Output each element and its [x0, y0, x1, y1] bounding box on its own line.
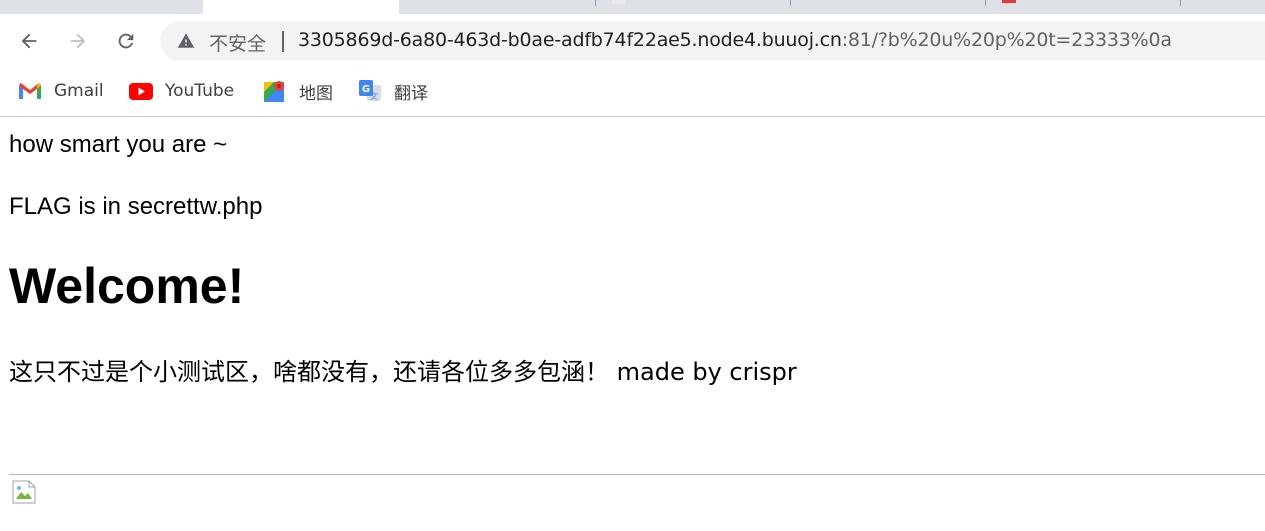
browser-toolbar: 不安全 3305869d-6a80-463d-b0ae-adfb74f22ae5… [0, 14, 1265, 69]
bookmark-gmail[interactable]: Gmail [18, 79, 104, 103]
svg-text:G: G [362, 84, 370, 95]
maps-icon [263, 79, 287, 103]
bookmarks-bar: Gmail YouTube 地图 G 文 翻译 [0, 69, 1265, 117]
tab-inactive[interactable] [0, 0, 190, 14]
broken-image-icon [11, 479, 37, 505]
back-button[interactable] [14, 26, 44, 56]
forward-arrow-icon [70, 33, 86, 49]
bookmark-label: Gmail [54, 81, 104, 101]
svg-text:文: 文 [370, 91, 378, 101]
tab-separator [595, 0, 596, 6]
bookmark-label: YouTube [165, 81, 235, 101]
page-content: how smart you are ~ FLAG is in secrettw.… [0, 117, 1265, 531]
url-host: 3305869d-6a80-463d-b0ae-adfb74f22ae5.nod… [298, 29, 842, 51]
tab-favicon [1002, 0, 1016, 3]
bookmark-label: 地图 [299, 83, 333, 104]
tab-favicon [612, 0, 626, 4]
image-frame-border [9, 474, 1265, 475]
page-heading: Welcome! [9, 258, 245, 314]
security-label[interactable]: 不安全 [209, 29, 266, 56]
bookmark-label: 翻译 [394, 83, 428, 104]
tab-active[interactable] [203, 0, 399, 14]
tab-separator [1180, 0, 1181, 6]
url-path-query: :81/?b%20u%20p%20t=23333%0a [841, 29, 1172, 51]
tab-separator [790, 0, 791, 6]
tab-strip [0, 0, 1265, 14]
address-bar[interactable]: 不安全 3305869d-6a80-463d-b0ae-adfb74f22ae5… [160, 21, 1265, 61]
omnibox-divider [282, 31, 284, 52]
url-text[interactable]: 3305869d-6a80-463d-b0ae-adfb74f22ae5.nod… [298, 29, 1172, 51]
flag-hint-text: FLAG is in secrettw.php [9, 193, 263, 220]
intro-paragraph: 这只不过是个小测试区，啥都没有，还请各位多多包涵！ made by crispr [9, 358, 797, 386]
forward-button[interactable] [63, 26, 93, 56]
warning-icon[interactable] [177, 32, 195, 50]
back-arrow-icon [21, 33, 37, 49]
reload-icon [118, 33, 134, 49]
youtube-icon [129, 79, 153, 103]
bookmark-translate[interactable]: G 文 翻译 [358, 79, 428, 104]
reload-button[interactable] [111, 26, 141, 56]
bookmark-youtube[interactable]: YouTube [129, 79, 234, 103]
tab-separator [985, 0, 986, 6]
translate-icon: G 文 [358, 79, 382, 103]
gmail-icon [18, 79, 42, 103]
bookmark-maps[interactable]: 地图 [263, 79, 333, 104]
smart-text: how smart you are ~ [9, 131, 228, 158]
